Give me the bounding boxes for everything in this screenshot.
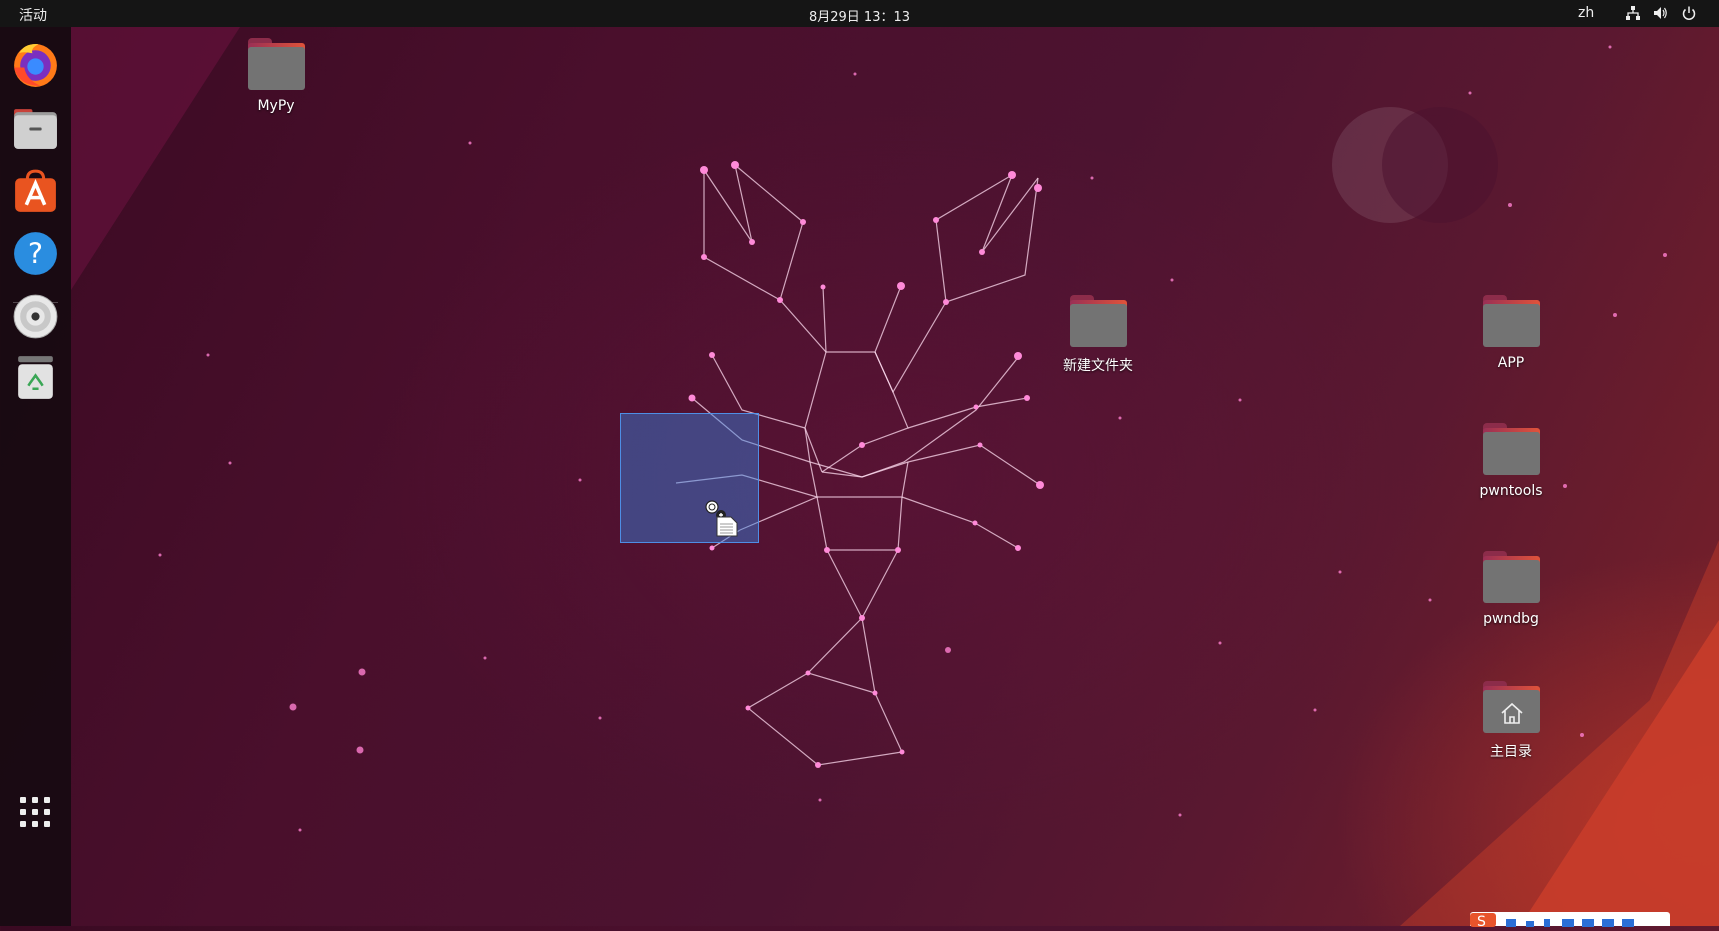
app-grid-icon[interactable] <box>18 795 52 829</box>
folder-icon <box>1482 551 1540 603</box>
activities-button[interactable]: 活动 <box>19 5 47 25</box>
desktop-icon-label: MyPy <box>257 98 295 114</box>
help-icon[interactable]: ? <box>10 228 61 279</box>
home-folder-icon <box>1482 681 1540 733</box>
desktop-folder-pwndbg[interactable]: pwndbg <box>1456 551 1566 627</box>
software-center-icon[interactable] <box>10 165 61 216</box>
svg-text:S: S <box>1477 914 1486 927</box>
trash-icon[interactable] <box>10 352 61 403</box>
desktop-folder-app[interactable]: APP <box>1456 295 1566 371</box>
folder-icon <box>1069 295 1127 347</box>
home-icon <box>1500 702 1523 724</box>
firefox-icon[interactable] <box>10 39 61 90</box>
desktop-folder-new-folder[interactable]: 新建文件夹 <box>1043 295 1153 375</box>
clock-area: 8月29日 13：13 <box>0 6 1719 25</box>
volume-icon[interactable] <box>1652 5 1668 21</box>
desktop-folder-mypy[interactable]: MyPy <box>221 38 331 114</box>
desktop-folder-pwntools[interactable]: pwntools <box>1456 423 1566 499</box>
files-icon[interactable] <box>10 103 61 154</box>
power-icon[interactable] <box>1681 5 1697 21</box>
svg-text:?: ? <box>28 237 43 271</box>
clock-button[interactable]: 8月29日 13：13 <box>809 10 910 25</box>
dock: ? <box>0 27 71 926</box>
folder-icon <box>1482 295 1540 347</box>
top-bar: 活动 8月29日 13：13 zh <box>0 0 1719 27</box>
desktop-icon-label: pwndbg <box>1483 611 1539 627</box>
desktop-home-folder[interactable]: 主目录 <box>1456 681 1566 761</box>
ime-icons: S <box>1470 913 1634 930</box>
desktop-icon-label: 新建文件夹 <box>1063 358 1133 374</box>
desktop-icon-label: pwntools <box>1479 483 1543 499</box>
input-method-toolbar[interactable]: S <box>1470 912 1670 930</box>
folder-icon <box>1482 423 1540 475</box>
desktop-icon-label: APP <box>1497 355 1525 371</box>
language-indicator[interactable]: zh <box>1578 5 1594 21</box>
network-icon[interactable] <box>1625 5 1641 21</box>
desktop-icon-label: 主目录 <box>1490 744 1532 760</box>
folder-icon <box>247 38 305 90</box>
disc-icon[interactable] <box>10 291 61 342</box>
drag-copy-cursor-icon <box>705 500 738 537</box>
